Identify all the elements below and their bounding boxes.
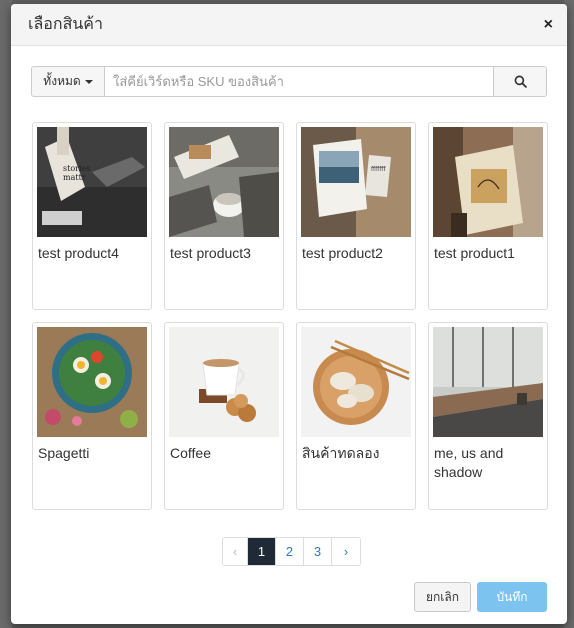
product-name: Spagetti — [38, 445, 90, 461]
pagination-page-3[interactable]: 3 — [304, 538, 332, 565]
product-card[interactable]: me, us and shadow — [428, 322, 548, 510]
pagination-next[interactable]: › — [332, 538, 360, 565]
svg-text:mattr: mattr — [63, 173, 86, 182]
pagination-prev[interactable]: ‹ — [223, 538, 248, 565]
category-dropdown-label: ทั้งหมด — [43, 74, 81, 88]
product-name: test product4 — [38, 245, 119, 261]
product-image — [37, 327, 147, 437]
product-image — [433, 127, 543, 237]
product-image — [301, 327, 411, 437]
product-name: test product3 — [170, 245, 251, 261]
product-card[interactable]: test product3 — [164, 122, 284, 310]
product-card[interactable]: Spagetti — [32, 322, 152, 510]
search-input[interactable] — [105, 67, 493, 96]
product-image — [433, 327, 543, 437]
search-icon — [514, 75, 527, 88]
product-grid: stories mattr test product4 test product… — [32, 122, 548, 510]
product-image: fffffff — [301, 127, 411, 237]
product-name: สินค้าทดลอง — [302, 445, 380, 461]
product-image: stories mattr — [37, 127, 147, 237]
pagination-page-2[interactable]: 2 — [276, 538, 304, 565]
close-icon[interactable]: × — [544, 16, 553, 33]
product-card[interactable]: stories mattr test product4 — [32, 122, 152, 310]
product-card[interactable]: Coffee — [164, 322, 284, 510]
modal-title: เลือกสินค้า — [28, 16, 103, 33]
category-dropdown[interactable]: ทั้งหมด — [32, 67, 105, 96]
cancel-button[interactable]: ยกเลิก — [414, 582, 471, 612]
product-name: test product2 — [302, 245, 383, 261]
caret-down-icon — [84, 79, 93, 84]
product-card[interactable]: สินค้าทดลอง — [296, 322, 416, 510]
product-card[interactable]: fffffff test product2 — [296, 122, 416, 310]
search-button[interactable] — [493, 67, 546, 96]
modal-header: เลือกสินค้า × — [11, 4, 567, 46]
product-picker-modal: เลือกสินค้า × ทั้งหมด stories mattr — [11, 4, 567, 624]
save-button[interactable]: บันทึก — [477, 582, 547, 612]
product-image — [169, 127, 279, 237]
product-name: test product1 — [434, 245, 515, 261]
pagination-page-1[interactable]: 1 — [248, 538, 276, 565]
product-image — [169, 327, 279, 437]
modal-footer: ยกเลิก บันทึก — [414, 582, 547, 612]
svg-text:fffffff: fffffff — [371, 166, 386, 173]
svg-text:stories: stories — [63, 164, 90, 173]
search-bar: ทั้งหมด — [31, 66, 547, 97]
product-name: me, us and shadow — [434, 445, 504, 480]
product-card[interactable]: test product1 — [428, 122, 548, 310]
pagination: ‹ 1 2 3 › — [222, 537, 361, 566]
product-name: Coffee — [170, 445, 211, 461]
